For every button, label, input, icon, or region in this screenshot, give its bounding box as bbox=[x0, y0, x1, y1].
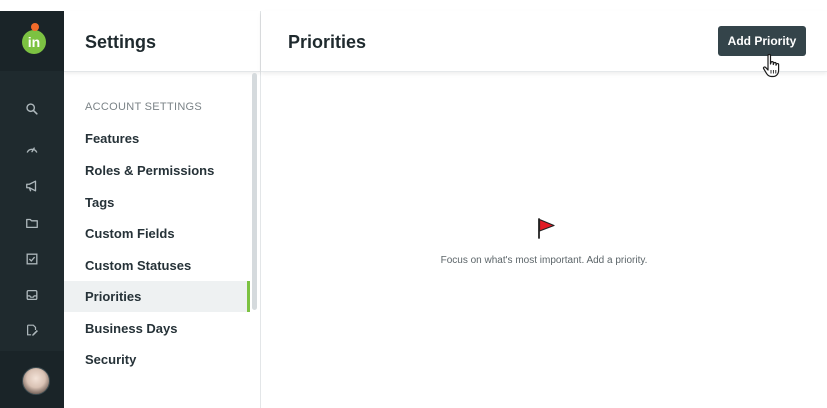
logo-area: in bbox=[0, 11, 64, 71]
megaphone-icon[interactable] bbox=[24, 178, 40, 194]
hand-cursor-icon bbox=[762, 53, 780, 78]
sidebar-item-features[interactable]: Features bbox=[64, 123, 250, 154]
top-edge bbox=[0, 0, 827, 11]
sidebar-item-custom-statuses[interactable]: Custom Statuses bbox=[64, 250, 250, 281]
sidebar-item-security[interactable]: Security bbox=[64, 344, 250, 375]
sidebar-item-tags[interactable]: Tags bbox=[64, 187, 250, 218]
app-window: in Settings ACCOUNT SETTINGS Features Ro… bbox=[0, 0, 827, 408]
app-logo[interactable]: in bbox=[22, 30, 46, 54]
sidebar-item-roles-permissions[interactable]: Roles & Permissions bbox=[64, 155, 250, 186]
sidebar-item-business-days[interactable]: Business Days bbox=[64, 313, 250, 344]
icon-rail: in bbox=[0, 11, 64, 408]
settings-sidebar: Settings ACCOUNT SETTINGS Features Roles… bbox=[64, 11, 261, 408]
inbox-icon[interactable] bbox=[24, 287, 40, 303]
main-panel: Priorities Add Priority Focus on what's … bbox=[261, 11, 827, 408]
sidebar-title: Settings bbox=[85, 32, 157, 52]
search-icon[interactable] bbox=[24, 101, 40, 117]
sidebar-scrollbar[interactable] bbox=[252, 73, 257, 310]
empty-state-message: Focus on what's most important. Add a pr… bbox=[440, 255, 648, 266]
add-priority-button[interactable]: Add Priority bbox=[718, 26, 806, 56]
logo-dot bbox=[31, 23, 39, 31]
user-avatar[interactable] bbox=[22, 367, 50, 395]
sidebar-item-custom-fields[interactable]: Custom Fields bbox=[64, 218, 250, 249]
logo-text: in bbox=[27, 34, 41, 50]
edit-document-icon[interactable] bbox=[24, 322, 40, 338]
red-flag-icon bbox=[538, 218, 555, 239]
sidebar-item-priorities[interactable]: Priorities bbox=[64, 281, 250, 312]
main-header: Priorities Add Priority bbox=[261, 11, 827, 78]
page-title: Priorities bbox=[288, 32, 367, 52]
rail-bottom bbox=[0, 351, 64, 408]
folder-icon[interactable] bbox=[24, 215, 40, 231]
checkbox-icon[interactable] bbox=[24, 251, 40, 267]
dashboard-gauge-icon[interactable] bbox=[24, 141, 40, 157]
sidebar-header: Settings bbox=[64, 11, 260, 72]
section-label: ACCOUNT SETTINGS bbox=[85, 101, 203, 113]
